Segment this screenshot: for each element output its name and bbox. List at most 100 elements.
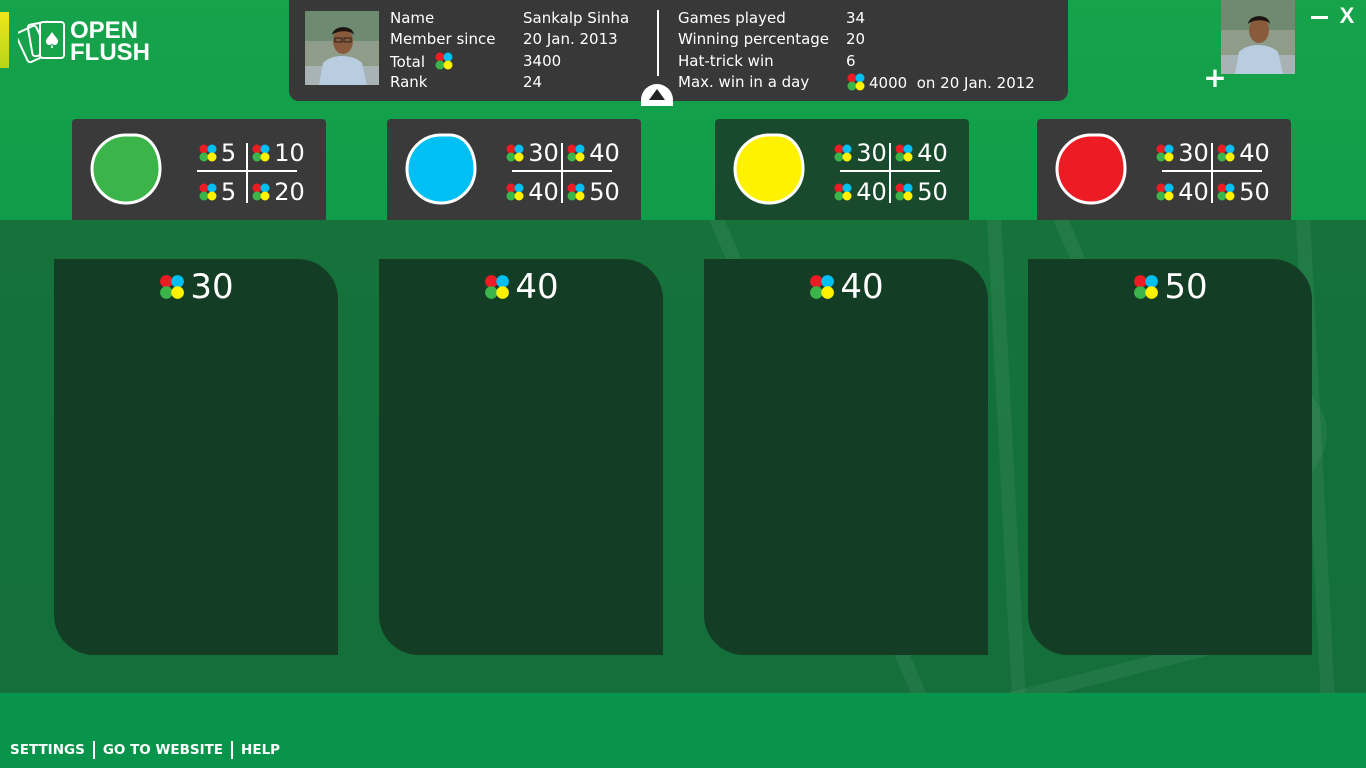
value-total: 3400 [523, 51, 562, 70]
stake-item: 40 [830, 176, 890, 208]
coin-icon [199, 183, 217, 201]
coin-icon [567, 144, 585, 162]
coin-icon [199, 144, 217, 162]
stake-divider-v [561, 143, 563, 203]
stake-item: 40 [1152, 176, 1212, 208]
label-games-played: Games played [678, 9, 786, 27]
label-name: Name [390, 9, 435, 27]
help-link[interactable]: HELP [241, 742, 280, 758]
stake-value: 5 [220, 139, 237, 167]
coin-icon [1156, 144, 1174, 162]
label-max-win: Max. win in a day [678, 72, 810, 91]
coin-icon [252, 183, 270, 201]
coin-icon [847, 73, 865, 91]
footer-separator [231, 741, 234, 759]
collapse-profile-button[interactable] [641, 84, 673, 106]
value-games-played: 34 [846, 9, 866, 27]
logo-text-flush: FLUSH [70, 39, 150, 66]
table-stake: 50 [1028, 267, 1312, 307]
red-room-icon [1055, 133, 1127, 205]
stake-divider-v [889, 143, 891, 203]
stake-value: 20 [274, 178, 305, 206]
stake-value: 40 [528, 178, 559, 206]
stake-value: 40 [589, 139, 620, 167]
stake-item: 50 [1213, 176, 1273, 208]
stake-value: 30 [856, 139, 887, 167]
room-card-red[interactable]: 30 40 40 50 [1037, 119, 1291, 220]
stake-item: 20 [248, 176, 308, 208]
coin-icon [252, 144, 270, 162]
add-player-button[interactable]: + [1203, 64, 1227, 92]
profile-divider [657, 10, 659, 76]
stake-item: 40 [563, 137, 623, 169]
go-to-website-link[interactable]: GO TO WEBSITE [103, 742, 223, 758]
game-table-1[interactable]: 30 [54, 259, 338, 655]
coin-icon [567, 183, 585, 201]
profile-values-right: 34 20 6 4000 on 20 Jan. 2012 [846, 8, 1035, 93]
collapse-up-icon [649, 89, 665, 100]
stake-divider-v [246, 143, 248, 203]
accent-bar [0, 12, 9, 68]
stake-item: 5 [187, 176, 247, 208]
table-stake-value: 40 [840, 267, 884, 307]
stake-value: 30 [1178, 139, 1209, 167]
coin-icon [485, 275, 510, 299]
stake-value: 40 [856, 178, 887, 206]
label-member-since: Member since [390, 30, 496, 49]
app-logo: OPEN FLUSH [18, 18, 158, 68]
value-member-since: 20 Jan. 2013 [523, 30, 618, 49]
value-name: Sankalp Sinha [523, 9, 630, 27]
label-hat-trick-win: Hat-trick win [678, 51, 774, 70]
table-stake-value: 30 [190, 267, 234, 307]
close-button[interactable]: X [1336, 4, 1358, 28]
stake-item: 50 [891, 176, 951, 208]
profile-panel: Name Member since Total Rank Sankalp Sin… [289, 0, 1068, 106]
room-card-blue[interactable]: 30 40 40 50 [387, 119, 641, 220]
table-stake: 40 [379, 267, 663, 307]
value-winning-percentage: 20 [846, 30, 866, 49]
settings-link[interactable]: SETTINGS [10, 742, 85, 758]
coin-icon [506, 144, 524, 162]
stake-item: 30 [1152, 137, 1212, 169]
stake-item: 40 [502, 176, 562, 208]
user-photo [305, 11, 379, 85]
coin-icon [1217, 183, 1235, 201]
table-stake: 40 [704, 267, 988, 307]
room-card-yellow[interactable]: 30 40 40 50 [715, 119, 969, 220]
coin-icon [834, 183, 852, 201]
label-total: Total [390, 51, 495, 72]
room-card-green[interactable]: 5 10 5 20 [72, 119, 326, 220]
room-stakes: 30 40 40 50 [502, 135, 622, 205]
coin-icon [1217, 144, 1235, 162]
coin-icon [160, 275, 185, 299]
stake-value: 40 [1178, 178, 1209, 206]
yellow-room-icon [733, 133, 805, 205]
green-room-icon [90, 133, 162, 205]
cards-logo-icon [18, 20, 65, 64]
game-table-3[interactable]: 40 [704, 259, 988, 655]
stake-value: 50 [1239, 178, 1270, 206]
game-table-2[interactable]: 40 [379, 259, 663, 655]
minimize-button[interactable] [1310, 10, 1330, 26]
label-rank: Rank [390, 72, 428, 91]
blue-room-icon [405, 133, 477, 205]
stake-value: 50 [589, 178, 620, 206]
stake-divider-v [1211, 143, 1213, 203]
stake-value: 5 [220, 178, 237, 206]
label-winning-percentage: Winning percentage [678, 30, 830, 49]
value-rank: 24 [523, 72, 543, 91]
stake-item: 40 [1213, 137, 1273, 169]
value-hat-trick-win: 6 [846, 51, 856, 70]
stake-value: 10 [274, 139, 305, 167]
stake-item: 5 [187, 137, 247, 169]
coin-icon [895, 183, 913, 201]
profile-labels-right: Games played Winning percentage Hat-tric… [678, 8, 829, 93]
stake-value: 40 [1239, 139, 1270, 167]
stake-value: 50 [917, 178, 948, 206]
room-stakes: 30 40 40 50 [1152, 135, 1272, 205]
user-avatar[interactable] [1221, 0, 1295, 74]
coin-icon [506, 183, 524, 201]
stake-item: 40 [891, 137, 951, 169]
coin-icon [1156, 183, 1174, 201]
game-table-4[interactable]: 50 [1028, 259, 1312, 655]
